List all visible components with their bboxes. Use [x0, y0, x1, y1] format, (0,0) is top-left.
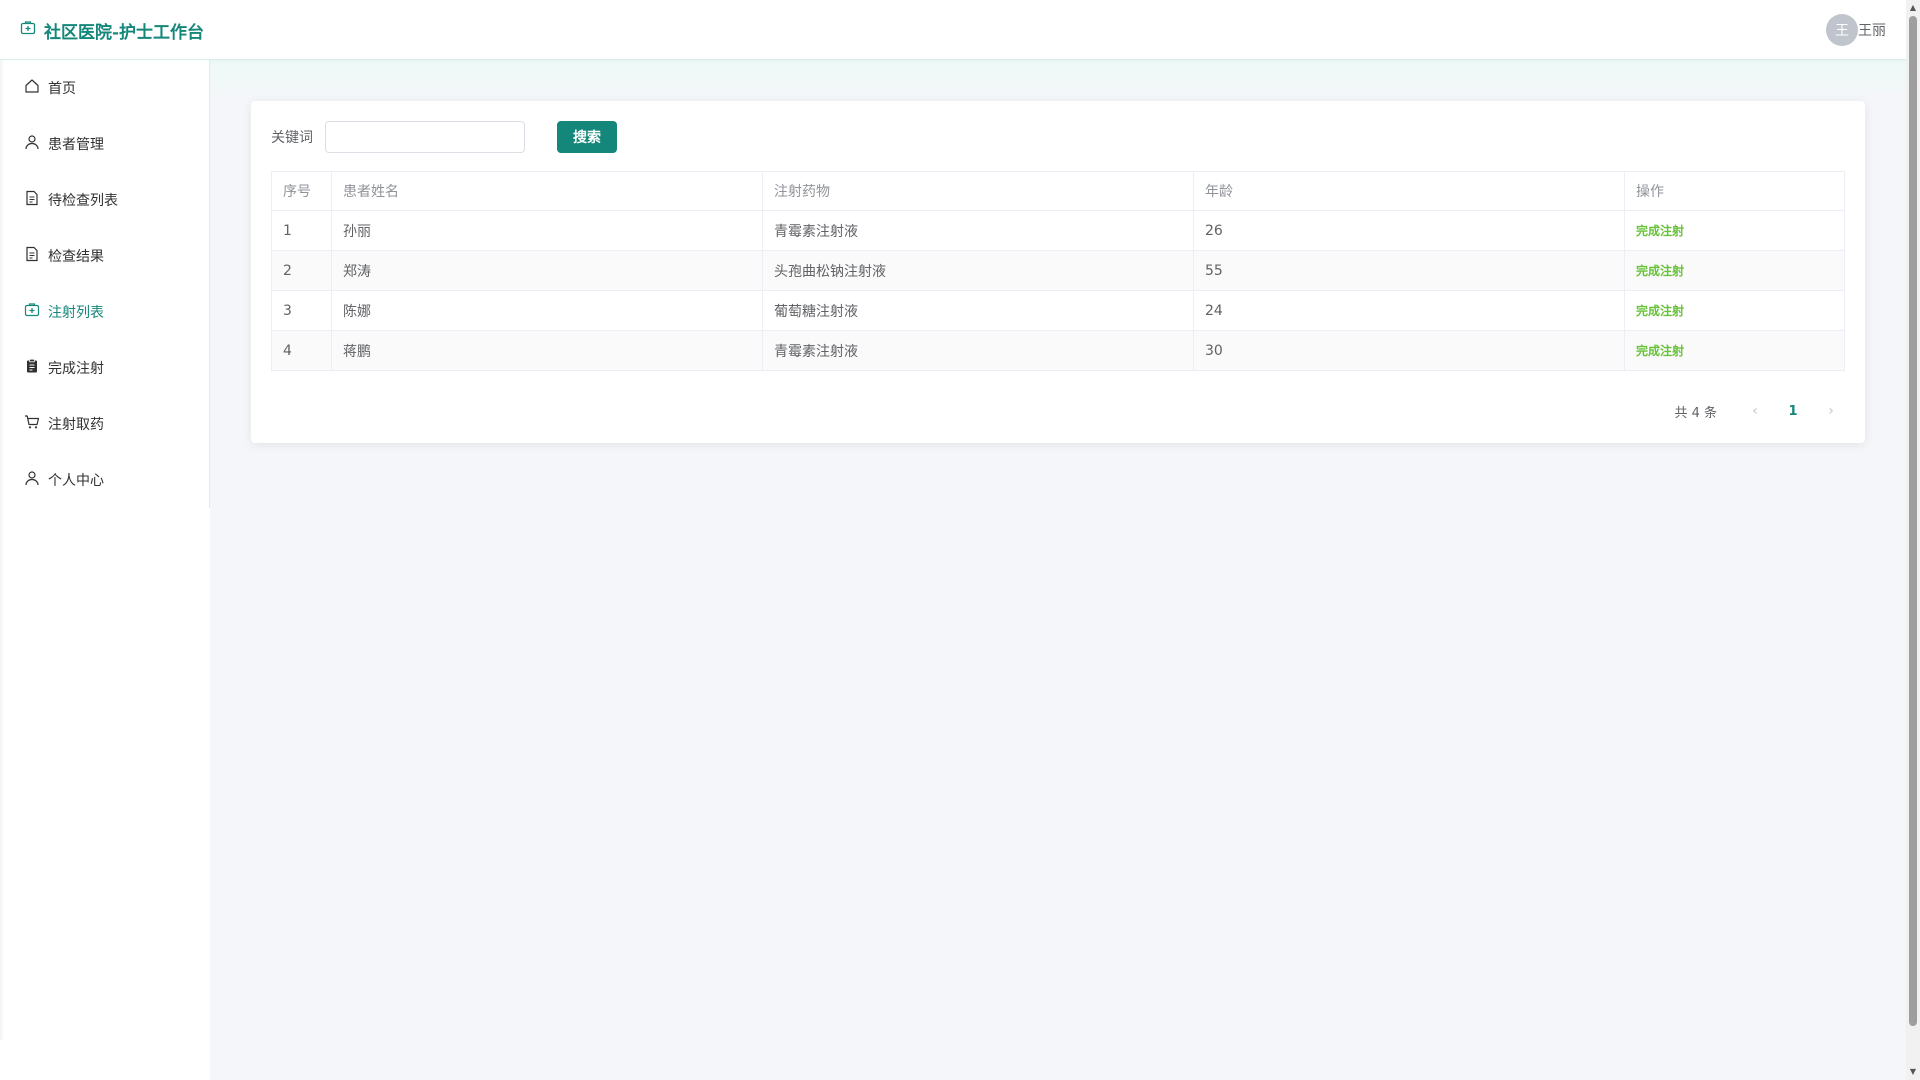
cell-age: 55	[1193, 250, 1625, 291]
cart-icon	[24, 414, 40, 434]
cell-index: 4	[271, 330, 332, 371]
pagination-total: 共 4 条	[1674, 405, 1717, 421]
cell-drug: 青霉素注射液	[762, 330, 1194, 371]
sidebar-item-patients[interactable]: 患者管理	[0, 116, 209, 172]
next-page-icon[interactable]: ›	[1817, 403, 1845, 419]
complete-injection-button[interactable]: 完成注射	[1636, 344, 1684, 358]
clipboard-icon	[24, 358, 40, 378]
table-row: 3 陈娜 葡萄糖注射液 24 完成注射	[271, 290, 1845, 331]
sidebar-item-label: 注射列表	[48, 305, 104, 321]
column-header-age: 年龄	[1193, 171, 1625, 211]
injection-table: 序号 患者姓名 注射药物 年龄 操作 1 孙丽 青霉素注射液 26 完成注射 2…	[271, 171, 1845, 371]
complete-injection-button[interactable]: 完成注射	[1636, 224, 1684, 238]
sidebar-item-injection-list[interactable]: 注射列表	[0, 284, 209, 340]
document-icon	[24, 246, 40, 266]
document-icon	[24, 190, 40, 210]
column-header-actions: 操作	[1624, 171, 1845, 211]
sidebar-item-completed-injections[interactable]: 完成注射	[0, 340, 209, 396]
cell-age: 26	[1193, 210, 1625, 251]
first-aid-icon	[24, 302, 40, 322]
sidebar-item-exam-results[interactable]: 检查结果	[0, 228, 209, 284]
avatar: 王	[1826, 14, 1858, 46]
cell-patient-name: 蒋鹏	[331, 330, 763, 371]
sidebar-item-label: 注射取药	[48, 417, 104, 433]
column-header-drug: 注射药物	[762, 171, 1194, 211]
cell-actions: 完成注射	[1624, 330, 1845, 371]
cell-index: 3	[271, 290, 332, 331]
cell-drug: 头孢曲松钠注射液	[762, 250, 1194, 291]
home-icon	[24, 78, 40, 98]
scroll-up-icon[interactable]: ▲	[1909, 4, 1917, 12]
first-aid-icon	[20, 20, 36, 41]
prev-page-icon[interactable]: ‹	[1741, 403, 1769, 419]
cell-drug: 葡萄糖注射液	[762, 290, 1194, 331]
cell-actions: 完成注射	[1624, 250, 1845, 291]
user-name: 王丽	[1858, 23, 1886, 39]
table-row: 4 蒋鹏 青霉素注射液 30 完成注射	[271, 330, 1845, 371]
complete-injection-button[interactable]: 完成注射	[1636, 304, 1684, 318]
brand: 社区医院-护士工作台	[20, 18, 205, 43]
column-header-index: 序号	[271, 171, 332, 211]
user-icon	[24, 134, 40, 154]
cell-age: 24	[1193, 290, 1625, 331]
sidebar-item-label: 待检查列表	[48, 193, 118, 209]
cell-patient-name: 陈娜	[331, 290, 763, 331]
cell-actions: 完成注射	[1624, 290, 1845, 331]
sidebar-item-label: 首页	[48, 81, 76, 97]
user-icon	[24, 470, 40, 490]
cell-patient-name: 孙丽	[331, 210, 763, 251]
scroll-down-icon[interactable]: ▼	[1909, 1068, 1917, 1076]
cell-index: 1	[271, 210, 332, 251]
sidebar-item-label: 完成注射	[48, 361, 104, 377]
sidebar-item-label: 检查结果	[48, 249, 104, 265]
search-button[interactable]: 搜索	[557, 121, 617, 153]
injection-list-card: 关键词 搜索 序号 患者姓名 注射药物 年龄 操作 1 孙丽 青霉素注射液 26…	[251, 101, 1865, 443]
sidebar-item-label: 个人中心	[48, 473, 104, 489]
vertical-scrollbar[interactable]: ▲ ▼	[1906, 0, 1920, 1080]
sidebar-item-home[interactable]: 首页	[0, 60, 209, 116]
cell-index: 2	[271, 250, 332, 291]
sidebar-item-profile[interactable]: 个人中心	[0, 452, 209, 508]
cell-age: 30	[1193, 330, 1625, 371]
complete-injection-button[interactable]: 完成注射	[1636, 264, 1684, 278]
sidebar: 首页 患者管理 待检查列表 检查结果 注射列表 完成注射 注射取药 个人中心	[0, 60, 210, 1080]
table-row: 1 孙丽 青霉素注射液 26 完成注射	[271, 210, 1845, 251]
sidebar-item-medicine-pickup[interactable]: 注射取药	[0, 396, 209, 452]
scrollbar-thumb[interactable]	[1909, 16, 1917, 1026]
top-bar: 社区医院-护士工作台 王 王丽	[0, 0, 1906, 60]
cell-drug: 青霉素注射液	[762, 210, 1194, 251]
keyword-input[interactable]	[325, 121, 525, 153]
table-row: 2 郑涛 头孢曲松钠注射液 55 完成注射	[271, 250, 1845, 291]
brand-title: 社区医院-护士工作台	[44, 22, 205, 43]
sidebar-item-label: 患者管理	[48, 137, 104, 153]
column-header-patient-name: 患者姓名	[331, 171, 763, 211]
sidebar-item-pending-exams[interactable]: 待检查列表	[0, 172, 209, 228]
cell-actions: 完成注射	[1624, 210, 1845, 251]
cell-patient-name: 郑涛	[331, 250, 763, 291]
pagination: 共 4 条 ‹ 1 ›	[1674, 397, 1845, 425]
user-menu[interactable]: 王 王丽	[1826, 14, 1886, 46]
keyword-label: 关键词	[271, 130, 313, 146]
page-number[interactable]: 1	[1779, 404, 1807, 419]
table-header-row: 序号 患者姓名 注射药物 年龄 操作	[271, 171, 1845, 211]
